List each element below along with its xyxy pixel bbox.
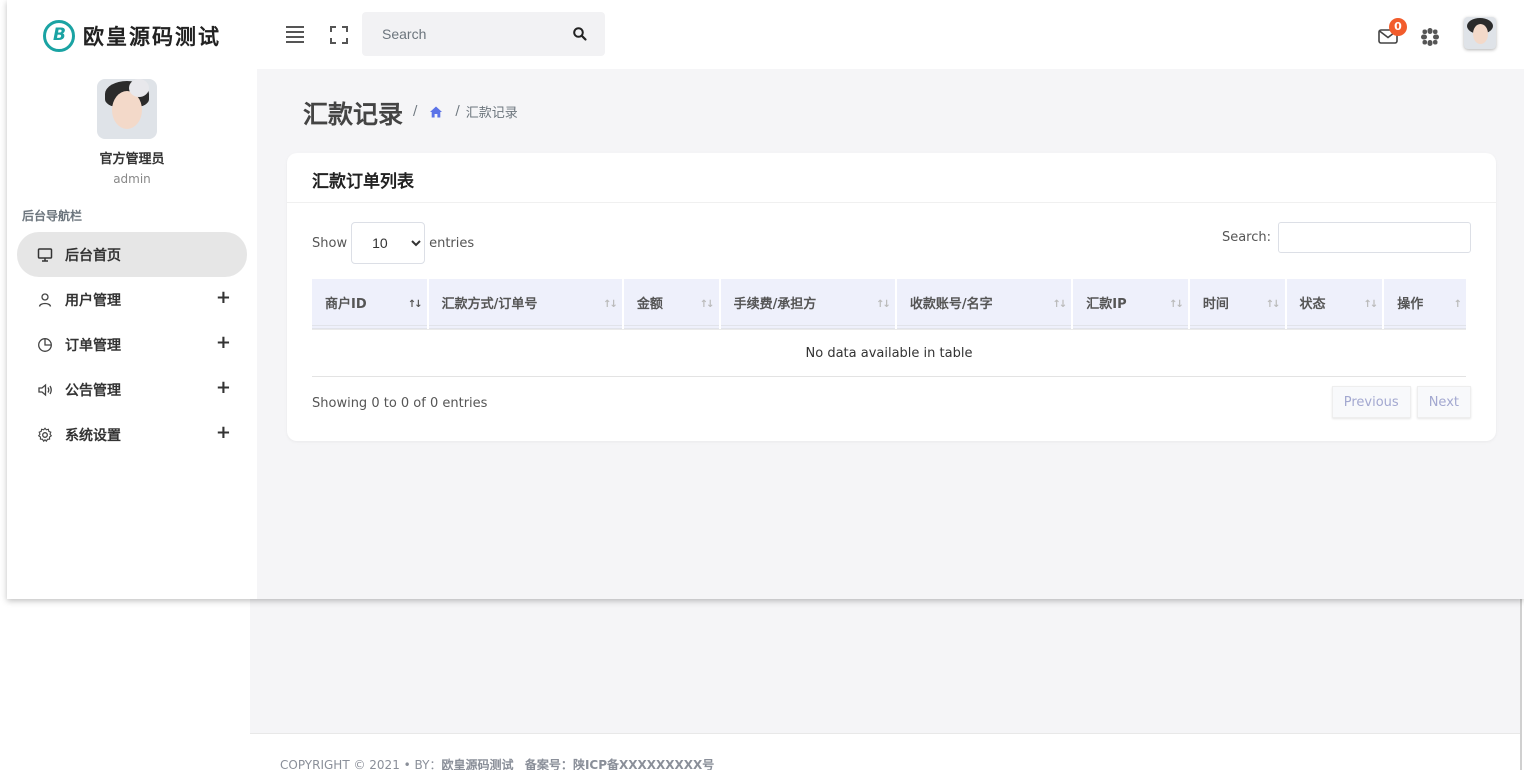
remittance-card: 汇款订单列表 Show 10 entries Search: 商户ID ↑↓ 汇款… (287, 153, 1496, 441)
sort-icon: ↑↓ (1265, 299, 1281, 310)
sort-icon: ↑ (1453, 299, 1463, 310)
column-header-amount[interactable]: 金额 ↑↓ (623, 279, 719, 329)
page-title: 汇款记录 (303, 100, 404, 129)
column-header-payee-account[interactable]: 收款账号/名字 ↑↓ (896, 279, 1072, 329)
column-label: 汇款IP (1086, 296, 1127, 312)
breadcrumb-separator: / (455, 104, 460, 119)
sidebar-item-users[interactable]: 用户管理 + (17, 277, 247, 322)
sort-icon: ↑↓ (876, 299, 891, 310)
column-label: 状态 (1299, 296, 1326, 312)
column-header-time[interactable]: 时间 ↑↓ (1189, 279, 1285, 329)
next-button[interactable]: Next (1416, 386, 1471, 418)
filter-label: Search: (1221, 230, 1271, 245)
apps-icon[interactable] (1420, 27, 1440, 47)
sort-icon: ↑↓ (699, 299, 715, 310)
sidebar-item-dashboard[interactable]: 后台首页 (17, 232, 247, 277)
column-label: 汇款方式/订单号 (441, 296, 538, 312)
logo-icon (43, 20, 75, 52)
column-label: 时间 (1202, 296, 1229, 312)
expand-icon: + (215, 422, 231, 443)
search-icon[interactable] (572, 26, 588, 42)
column-header-fee[interactable]: 手续费/承担方 ↑↓ (720, 279, 895, 329)
sidebar-item-orders[interactable]: 订单管理 + (17, 322, 247, 367)
fullscreen-icon[interactable] (330, 26, 348, 44)
sort-icon: ↑↓ (1169, 299, 1184, 310)
avatar[interactable] (97, 79, 157, 139)
column-header-status[interactable]: 状态 ↑↓ (1286, 279, 1383, 329)
sort-icon: ↑↓ (603, 299, 618, 310)
footer-icp-label: 备案号： (524, 758, 573, 770)
gear-icon (37, 426, 53, 443)
remittance-table: 商户ID ↑↓ 汇款方式/订单号 ↑↓ 金额 ↑↓ 手续费/承担方 ↑↓ 收款账号/名字… (310, 279, 1468, 377)
sort-icon: ↑↓ (1363, 299, 1378, 310)
expand-icon: + (215, 287, 231, 308)
sidebar-item-label: 后台首页 (65, 247, 121, 264)
home-icon[interactable] (429, 105, 443, 119)
expand-icon: + (215, 377, 231, 398)
notification-badge: 0 (1389, 18, 1407, 36)
column-label: 收款账号/名字 (909, 296, 993, 312)
footer: COPYRIGHT © 2021 • BY：欧皇源码测试 备案号：陕ICP备XX… (250, 733, 1520, 770)
pie-chart-icon (37, 337, 53, 353)
user-role: admin (113, 172, 151, 186)
empty-table-message: No data available in table (312, 329, 1466, 377)
search-input[interactable] (362, 12, 562, 56)
pagination: Previous Next (1326, 386, 1471, 418)
expand-icon: + (215, 332, 231, 353)
sort-icon: ↑↓ (407, 299, 423, 310)
previous-button[interactable]: Previous (1331, 386, 1411, 418)
user-icon (37, 292, 53, 308)
card-header: 汇款订单列表 (287, 153, 1496, 203)
column-header-ip[interactable]: 汇款IP ↑↓ (1073, 279, 1188, 329)
table-container: 商户ID ↑↓ 汇款方式/订单号 ↑↓ 金额 ↑↓ 手续费/承担方 ↑↓ 收款账号/名字… (312, 279, 1470, 377)
table-info: Showing 0 to 0 of 0 entries (312, 396, 488, 411)
sidebar-item-label: 公告管理 (65, 382, 121, 399)
scrollbar[interactable] (1520, 599, 1522, 770)
sidebar-item-label: 用户管理 (65, 292, 121, 309)
sidebar-item-settings[interactable]: 系统设置 + (17, 412, 247, 457)
monitor-icon (37, 247, 53, 263)
sidebar-item-label: 订单管理 (65, 337, 121, 354)
footer-icp-link[interactable]: 陕ICP备XXXXXXXXX号 (573, 758, 714, 770)
footer-text: COPYRIGHT © 2021 • BY：欧皇源码测试 备案号：陕ICP备XX… (280, 756, 714, 770)
table-row: No data available in table (312, 329, 1466, 377)
table-search-input[interactable] (1278, 222, 1471, 253)
column-header-actions[interactable]: 操作 ↑ (1384, 279, 1466, 329)
entries-length-control: Show 10 entries (312, 222, 474, 264)
column-header-method-order[interactable]: 汇款方式/订单号 ↑↓ (428, 279, 622, 329)
menu-toggle-icon[interactable] (286, 26, 304, 43)
search-box (362, 12, 605, 56)
column-header-merchant-id[interactable]: 商户ID ↑↓ (312, 279, 427, 329)
brand-name: 欧皇源码测试 (83, 25, 221, 49)
sidebar-item-label: 系统设置 (65, 427, 121, 444)
length-prefix: Show (312, 235, 348, 251)
entries-select[interactable]: 10 (351, 222, 426, 264)
sidebar: 欧皇源码测试 官方管理员 admin 后台导航栏 后台首页 用户管理 + (7, 0, 257, 599)
column-label: 操作 (1397, 296, 1424, 312)
footer-site-name: 欧皇源码测试 (441, 758, 514, 770)
user-avatar[interactable] (1464, 17, 1496, 49)
column-label: 商户ID (325, 296, 367, 312)
avatar-flower (129, 79, 149, 97)
app-window: 欧皇源码测试 官方管理员 admin 后台导航栏 后台首页 用户管理 + (7, 0, 1524, 599)
sidebar-item-announcements[interactable]: 公告管理 + (17, 367, 247, 412)
length-suffix: entries (429, 235, 475, 251)
nav-section-title: 后台导航栏 (22, 209, 83, 223)
breadcrumb: / / 汇款记录 (407, 102, 518, 121)
breadcrumb-current: 汇款记录 (465, 106, 518, 121)
column-label: 手续费/承担方 (733, 296, 817, 312)
brand-logo[interactable]: 欧皇源码测试 (43, 20, 221, 52)
card-title: 汇款订单列表 (312, 172, 414, 192)
breadcrumb-separator: / (413, 104, 418, 119)
topbar: 0 (257, 0, 1524, 69)
footer-copyright: COPYRIGHT © 2021 • BY： (280, 758, 442, 770)
column-label: 金额 (636, 296, 663, 312)
table-filter: Search: (1222, 222, 1471, 253)
sort-icon: ↑↓ (1052, 299, 1067, 310)
user-name: 官方管理员 (99, 152, 165, 167)
speaker-icon (37, 382, 53, 398)
